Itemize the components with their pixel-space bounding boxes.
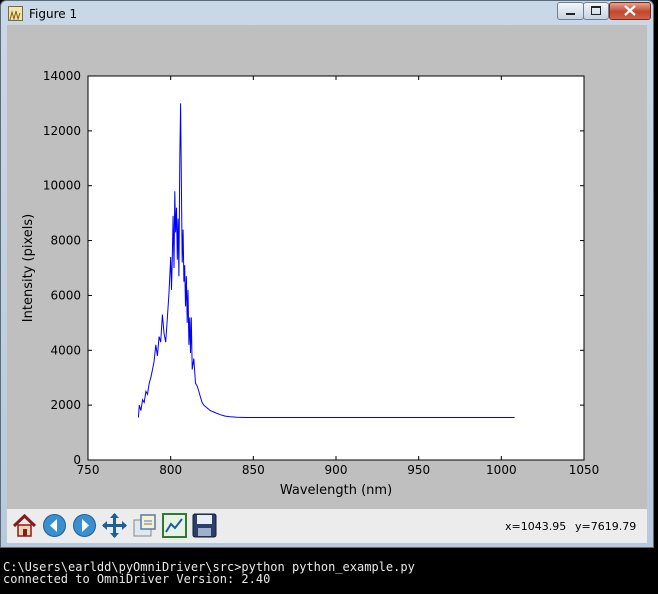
y-tick-label: 12000 <box>43 124 81 138</box>
minimize-icon <box>566 13 575 15</box>
y-tick-label: 6000 <box>50 288 81 302</box>
close-icon <box>624 5 636 16</box>
y-tick-labels: 02000400060008000100001200014000 <box>43 69 81 467</box>
x-tick-label: 1000 <box>486 463 517 477</box>
subplots-button[interactable] <box>160 511 189 540</box>
maximize-icon <box>591 6 601 15</box>
title-bar[interactable]: Figure 1 <box>1 1 653 25</box>
y-tick-label: 14000 <box>43 69 81 83</box>
pan-button[interactable] <box>100 511 129 540</box>
figure-app-icon <box>8 6 23 21</box>
subplots-icon <box>162 513 187 538</box>
home-button[interactable] <box>10 511 39 540</box>
home-icon <box>12 513 37 537</box>
x-axis-label: Wavelength (nm) <box>280 483 392 498</box>
back-icon <box>43 514 66 537</box>
close-button[interactable] <box>609 2 651 20</box>
zoom-button[interactable] <box>130 511 159 540</box>
y-tick-label: 10000 <box>43 179 81 193</box>
x-tick-label: 1050 <box>569 463 600 477</box>
x-tick-label: 900 <box>325 463 348 477</box>
x-tick-label: 800 <box>159 463 182 477</box>
x-tick-label: 950 <box>407 463 430 477</box>
figure-canvas-area: 0 2000 4000 6000 8000 10000 12000 14000 750 800 8… <box>7 25 647 543</box>
forward-icon <box>73 514 96 537</box>
y-tick-label: 4000 <box>50 343 81 357</box>
y-coordinate-readout: y=7619.79 <box>575 520 637 533</box>
x-coordinate-readout: x=1043.95 <box>505 520 567 533</box>
x-tick-label: 750 <box>77 463 100 477</box>
x-tick-label: 850 <box>242 463 265 477</box>
save-button[interactable] <box>190 511 219 540</box>
back-button[interactable] <box>40 511 69 540</box>
pan-icon <box>102 513 127 538</box>
figure-window: Figure 1 0 2000 4000 6000 8000 10000 12000 1400… <box>0 0 654 548</box>
x-tick-labels: 750 800 850 900 950 1000 1050 <box>77 463 600 477</box>
y-tick-label: 8000 <box>50 234 81 248</box>
minimize-button[interactable] <box>557 2 584 20</box>
console-output-line: connected to OmniDriver Version: 2.40 <box>3 572 271 586</box>
y-tick-label: 2000 <box>50 398 81 412</box>
maximize-button[interactable] <box>583 2 609 20</box>
plot-canvas[interactable]: 02000400060008000100001200014000 750 800 8… <box>7 25 647 509</box>
navigation-toolbar: x=1043.95 y=7619.79 <box>7 509 647 543</box>
y-axis-label: Intensity (pixels) <box>21 214 36 322</box>
window-title: Figure 1 <box>29 7 78 21</box>
axes-frame <box>87 75 585 461</box>
console-window[interactable]: C:\Users\earldd\pyOmniDriver\src>python … <box>0 552 658 594</box>
zoom-icon <box>133 514 156 537</box>
save-icon <box>192 513 217 538</box>
forward-button[interactable] <box>70 511 99 540</box>
